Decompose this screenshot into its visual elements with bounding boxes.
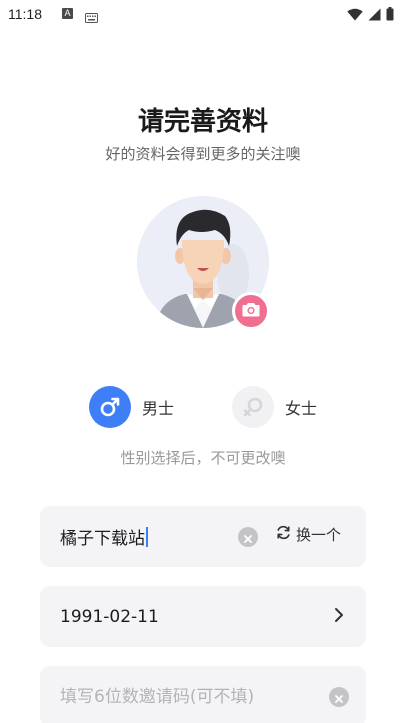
signal-icon [368,6,381,25]
wifi-icon [347,6,363,25]
page-title: 请完善资料 [137,107,268,137]
invite-code-input[interactable] [60,686,320,707]
text-input-icon: A [62,8,73,19]
female-icon [232,386,274,428]
gender-hint: 性别选择后，不可更改噢 [120,449,286,467]
close-icon [335,688,343,707]
birthday-value: 1991-02-11 [60,606,159,627]
page-subtitle: 好的资料会得到更多的关注噢 [105,145,301,163]
nickname-field[interactable]: 橘子下载站 换一个 [40,506,366,567]
gender-label-female: 女士 [285,399,318,418]
battery-icon [386,6,394,25]
chevron-right-icon [334,607,344,627]
swap-nickname-button[interactable]: 换一个 [276,524,341,545]
status-bar: 11:18 A [0,0,406,28]
invite-code-field[interactable] [40,666,366,723]
camera-icon [242,302,260,321]
nickname-value[interactable]: 橘子下载站 [60,524,145,549]
birthday-field[interactable]: 1991-02-11 [40,586,366,647]
camera-button[interactable] [232,292,270,330]
clear-nickname-button[interactable] [238,527,258,547]
status-time: 11:18 [8,6,42,22]
keyboard-icon [85,8,98,27]
clear-invite-button[interactable] [329,687,349,707]
close-icon [244,528,252,547]
gender-label-male: 男士 [142,399,175,418]
male-icon [89,386,131,428]
gender-option-female[interactable]: 女士 [232,385,317,429]
refresh-icon [276,525,291,544]
gender-selector: 男士 女士 [0,385,406,429]
swap-label: 换一个 [296,526,342,544]
gender-option-male[interactable]: 男士 [89,385,174,429]
text-cursor [146,526,148,547]
avatar-upload[interactable] [137,196,270,330]
